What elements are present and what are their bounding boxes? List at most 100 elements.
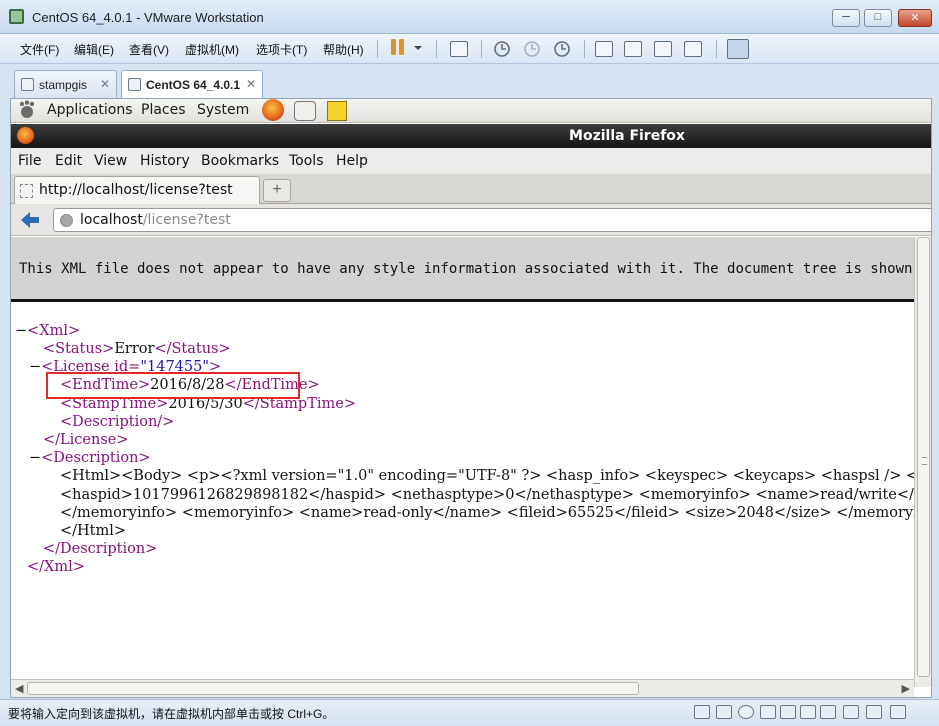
- sound-card-icon[interactable]: [820, 705, 836, 719]
- firefox-navbar: localhost/license?test: [11, 204, 931, 236]
- xml-description-close-line: </Description>: [43, 541, 158, 557]
- window-titlebar: CentOS 64_4.0.1 - VMware Workstation ─ □…: [0, 0, 939, 34]
- firefox-tab[interactable]: http://localhost/license?test: [14, 176, 260, 204]
- xml-notice-text: This XML file does not appear to have an…: [19, 261, 914, 277]
- vm-icon: [21, 78, 34, 91]
- toolbar-separator: [716, 40, 717, 58]
- vertical-scroll-thumb[interactable]: [917, 237, 930, 677]
- display-icon[interactable]: [866, 705, 882, 719]
- send-ctrl-alt-del-icon[interactable]: [450, 41, 468, 57]
- ff-menu-help[interactable]: Help: [336, 153, 368, 169]
- snapshot-manager-button[interactable]: [552, 39, 572, 59]
- scroll-right-arrow-icon[interactable]: ▶: [902, 682, 910, 695]
- printer-icon[interactable]: [843, 705, 859, 719]
- menu-view[interactable]: 查看(V): [129, 41, 169, 58]
- close-tab-icon[interactable]: ✕: [246, 77, 256, 91]
- snapshot-take-button[interactable]: [492, 39, 512, 59]
- toolbar-separator: [436, 40, 437, 58]
- menu-tabs[interactable]: 选项卡(T): [256, 41, 307, 58]
- xml-description-line: −<Description>: [29, 450, 151, 466]
- firefox-tab-strip: http://localhost/license?test +: [11, 174, 931, 204]
- tab-stampgis[interactable]: stampgis ✕: [14, 70, 117, 98]
- horizontal-scroll-thumb[interactable]: [27, 682, 639, 695]
- firefox-launcher-icon[interactable]: [262, 99, 284, 121]
- ff-menu-bookmarks[interactable]: Bookmarks: [201, 153, 279, 169]
- unity-icon[interactable]: [684, 41, 702, 57]
- menu-vm[interactable]: 虚拟机(M): [185, 41, 239, 58]
- maximize-icon: □: [874, 11, 882, 23]
- ff-menu-tools[interactable]: Tools: [289, 153, 324, 169]
- notes-launcher-icon[interactable]: [327, 101, 347, 121]
- guest-screen[interactable]: Applications Places System Mozilla Firef…: [10, 98, 932, 698]
- xml-description-empty-line: <Description/>: [60, 414, 175, 430]
- toolbar-separator: [377, 40, 378, 58]
- toolbar-separator: [481, 40, 482, 58]
- system-menu[interactable]: System: [197, 102, 249, 118]
- scroll-left-arrow-icon[interactable]: ◀: [15, 682, 23, 695]
- hard-disk-icon[interactable]: [694, 705, 710, 719]
- gnome-top-panel: Applications Places System: [11, 99, 931, 123]
- firefox-titlebar: Mozilla Firefox: [11, 124, 931, 148]
- back-arrow-icon[interactable]: [19, 210, 41, 230]
- horizontal-scrollbar[interactable]: ◀ ▶: [11, 679, 914, 697]
- close-window-button[interactable]: ✕: [898, 9, 932, 27]
- status-hint-text: 要将输入定向到该虚拟机，请在虚拟机内部单击或按 Ctrl+G。: [8, 707, 335, 721]
- ff-menu-file[interactable]: File: [18, 153, 41, 169]
- menu-help[interactable]: 帮助(H): [323, 41, 364, 58]
- mail-launcher-icon[interactable]: [294, 101, 316, 121]
- places-menu[interactable]: Places: [141, 102, 186, 118]
- vm-tab-strip: stampgis ✕ CentOS 64_4.0.1 ✕: [0, 64, 939, 98]
- tab-centos[interactable]: CentOS 64_4.0.1 ✕: [121, 70, 263, 98]
- snapshot-manager-icon: [554, 41, 570, 57]
- snapshot-revert-button[interactable]: [522, 39, 542, 59]
- hard-disk-icon[interactable]: [716, 705, 732, 719]
- network-adapter-icon[interactable]: [780, 705, 796, 719]
- fullscreen-icon[interactable]: [654, 41, 672, 57]
- page-favicon-icon: [20, 184, 33, 198]
- xml-root-line: −<Xml>: [15, 323, 81, 339]
- collapse-toggle[interactable]: −: [29, 450, 41, 466]
- console-view-icon[interactable]: [624, 41, 642, 57]
- tab-label: stampgis: [39, 78, 88, 92]
- firefox-window-title: Mozilla Firefox: [569, 128, 685, 144]
- xml-description-text-line: <haspid>1017996126829898182</haspid> <ne…: [60, 487, 914, 503]
- collapse-toggle[interactable]: −: [29, 359, 41, 375]
- ff-menu-view[interactable]: View: [94, 153, 127, 169]
- floppy-icon[interactable]: [760, 705, 776, 719]
- menu-file[interactable]: 文件(F): [20, 41, 59, 58]
- url-bar[interactable]: localhost/license?test: [53, 208, 931, 232]
- minimize-button[interactable]: ─: [832, 9, 860, 27]
- url-path: /license?test: [142, 212, 231, 228]
- vmware-status-bar: 要将输入定向到该虚拟机，请在虚拟机内部单击或按 Ctrl+G。: [0, 699, 939, 726]
- maximize-button[interactable]: □: [864, 9, 892, 27]
- pause-icon[interactable]: [391, 39, 405, 55]
- xml-description-text-line: <Html><Body> <p><?xml version="1.0" enco…: [60, 468, 914, 484]
- vertical-scrollbar[interactable]: [914, 237, 931, 687]
- usb-icon[interactable]: [800, 705, 816, 719]
- chevron-down-icon: [414, 46, 422, 50]
- ff-menu-history[interactable]: History: [140, 153, 190, 169]
- revert-snapshot-icon: [524, 41, 540, 57]
- close-tab-icon[interactable]: ✕: [100, 77, 110, 91]
- applications-menu[interactable]: Applications: [47, 102, 133, 118]
- sidebar-toggle-icon[interactable]: [595, 41, 613, 57]
- xml-status-line: <Status>Error</Status>: [43, 341, 231, 357]
- endtime-highlight-box: [46, 372, 300, 399]
- power-dropdown-button[interactable]: [412, 42, 432, 62]
- collapse-toggle[interactable]: −: [15, 323, 27, 339]
- xml-license-close-line: </License>: [43, 432, 129, 448]
- xml-style-notice: This XML file does not appear to have an…: [11, 237, 914, 302]
- menu-edit[interactable]: 编辑(E): [74, 41, 114, 58]
- minimize-icon: ─: [842, 11, 850, 23]
- snapshot-icon: [494, 41, 510, 57]
- window-title: CentOS 64_4.0.1 - VMware Workstation: [32, 10, 264, 25]
- url-host: localhost/license?test: [80, 212, 231, 228]
- library-view-icon[interactable]: [727, 39, 749, 59]
- tab-label: CentOS 64_4.0.1: [146, 78, 241, 92]
- cd-rom-icon[interactable]: [738, 705, 754, 719]
- new-tab-button[interactable]: +: [263, 179, 291, 202]
- toolbar-separator: [584, 40, 585, 58]
- ff-menu-edit[interactable]: Edit: [55, 153, 82, 169]
- site-identity-icon[interactable]: [60, 214, 73, 227]
- message-log-icon[interactable]: [890, 705, 906, 719]
